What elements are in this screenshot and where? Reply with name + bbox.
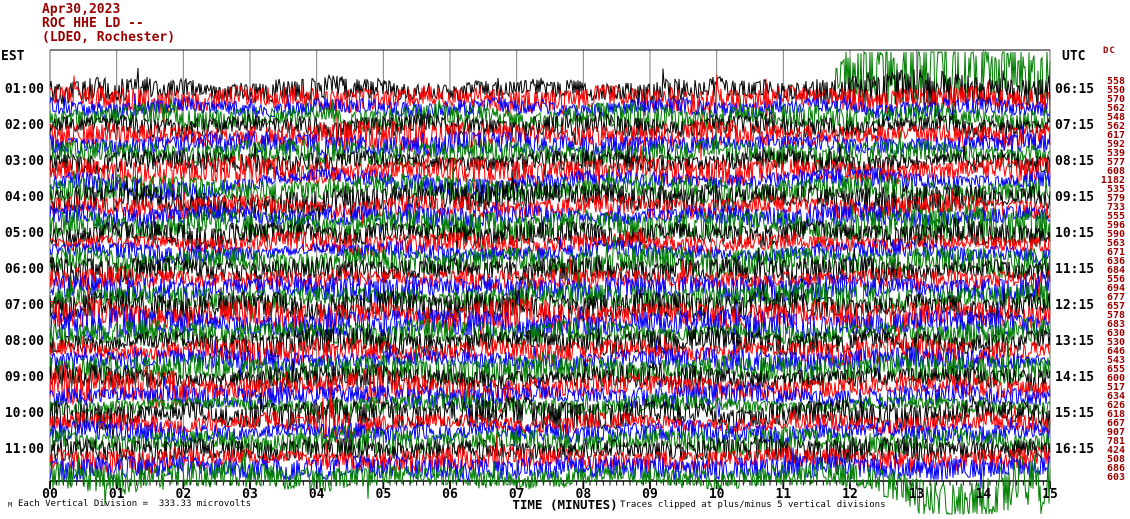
x-tick-label: 06	[435, 487, 465, 502]
helicorder-traces-svg	[50, 50, 1050, 481]
left-axis-label-est: EST	[1, 49, 24, 64]
utc-time-label: 11:15	[1055, 262, 1094, 278]
x-tick-label: 13	[902, 487, 932, 502]
utc-time-label: 12:15	[1055, 298, 1094, 314]
title-network: (LDEO, Rochester)	[42, 31, 175, 45]
dc-column-label: DC	[1103, 46, 1116, 56]
utc-time-label: 08:15	[1055, 154, 1094, 170]
x-tick-label: 15	[1035, 487, 1065, 502]
est-time-label: 03:00	[0, 154, 44, 170]
right-axis-label-utc: UTC	[1062, 49, 1085, 64]
utc-time-label: 09:15	[1055, 190, 1094, 206]
est-time-label: 02:00	[0, 118, 44, 134]
utc-time-label: 14:15	[1055, 370, 1094, 386]
utc-time-label: 07:15	[1055, 118, 1094, 134]
x-tick-label: 04	[302, 487, 332, 502]
est-time-label: 06:00	[0, 262, 44, 278]
est-time-label: 07:00	[0, 298, 44, 314]
title-date: Apr30,2023	[42, 3, 175, 17]
scale-note: Each Vertical Division = 333.33 microvol…	[18, 499, 251, 509]
title-station: ROC HHE LD --	[42, 17, 175, 31]
dc-value: 603	[1091, 473, 1125, 482]
est-time-label: 01:00	[0, 82, 44, 98]
est-time-label: 09:00	[0, 370, 44, 386]
clip-note: Traces clipped at plus/minus 5 vertical …	[620, 500, 886, 510]
est-time-label: 08:00	[0, 334, 44, 350]
utc-time-label: 06:15	[1055, 82, 1094, 98]
x-axis-title: TIME (MINUTES)	[500, 497, 630, 512]
webicorder-page: Apr30,2023 ROC HHE LD -- (LDEO, Rocheste…	[0, 0, 1130, 519]
utc-time-label: 10:15	[1055, 226, 1094, 242]
est-time-label: 05:00	[0, 226, 44, 242]
utc-time-label: 15:15	[1055, 406, 1094, 422]
x-tick-label: 14	[968, 487, 998, 502]
x-tick-label: 05	[368, 487, 398, 502]
watermark-glyph: M	[8, 501, 12, 509]
title-block: Apr30,2023 ROC HHE LD -- (LDEO, Rocheste…	[42, 3, 175, 45]
utc-time-label: 16:15	[1055, 442, 1094, 458]
est-time-label: 10:00	[0, 406, 44, 422]
helicorder-plot	[50, 50, 1050, 481]
est-time-label: 11:00	[0, 442, 44, 458]
utc-time-label: 13:15	[1055, 334, 1094, 350]
est-time-label: 04:00	[0, 190, 44, 206]
